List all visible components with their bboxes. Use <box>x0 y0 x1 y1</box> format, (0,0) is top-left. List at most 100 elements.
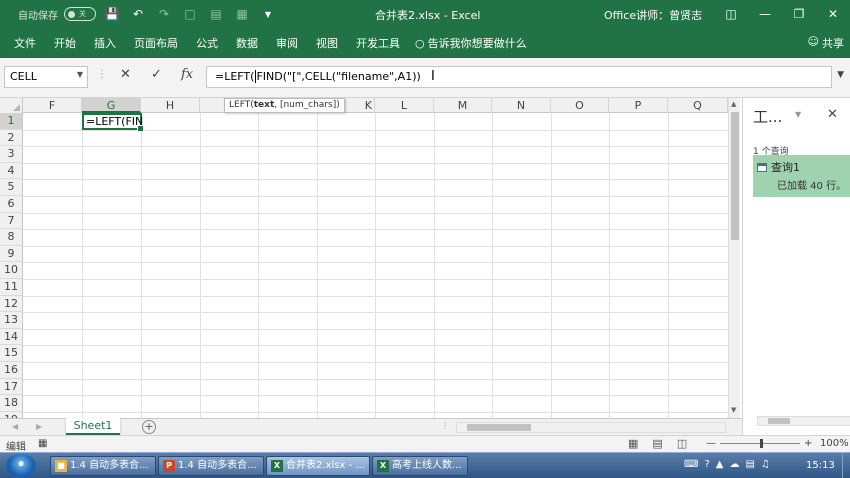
page-layout-view-icon[interactable]: ▤ <box>652 437 662 450</box>
scroll-up-icon[interactable]: ▲ <box>731 100 736 108</box>
clock[interactable]: 15:13 <box>806 460 835 471</box>
function-tooltip[interactable]: LEFT(text, [num_chars]) <box>224 98 345 113</box>
enter-icon[interactable]: ✓ <box>151 67 162 82</box>
pane-scroll-thumb[interactable] <box>768 418 790 424</box>
taskbar-item[interactable]: X 高考上线人数... <box>372 456 468 476</box>
share-button[interactable]: ☺ 共享 <box>808 35 844 51</box>
row-header[interactable]: 2 <box>0 129 23 147</box>
vertical-scrollbar[interactable]: ▲ ▼ <box>728 98 740 418</box>
help-icon[interactable]: ? <box>704 459 709 470</box>
network-icon[interactable]: ▤ <box>745 459 754 470</box>
horizontal-scroll-thumb[interactable] <box>467 424 531 431</box>
user-name[interactable]: Office讲师：曾贤志 <box>604 7 702 23</box>
tab-insert[interactable]: 插入 <box>85 35 125 51</box>
column-header[interactable]: N <box>492 98 551 113</box>
select-all-corner[interactable] <box>0 98 23 113</box>
column-header-selected[interactable]: G <box>82 98 141 113</box>
row-header[interactable]: 6 <box>0 196 23 213</box>
taskbar-item[interactable]: ■ 1.4 自动多表合... <box>50 456 156 476</box>
name-box[interactable]: CELL ▼ <box>4 66 88 88</box>
cancel-icon[interactable]: ✕ <box>120 67 131 82</box>
row-header[interactable]: 15 <box>0 345 23 362</box>
save-icon[interactable]: 💾 <box>102 7 122 21</box>
row-header[interactable]: 7 <box>0 212 23 230</box>
tab-splitter-icon[interactable]: ⋮ <box>441 421 449 430</box>
horizontal-scrollbar[interactable] <box>456 422 726 433</box>
ribbon-display-icon[interactable]: ◫ <box>714 0 748 28</box>
zoom-slider[interactable] <box>720 439 800 448</box>
sheet-tab-sheet1[interactable]: Sheet1 <box>66 418 120 435</box>
column-header[interactable]: H <box>141 98 200 113</box>
tab-file[interactable]: 文件 <box>0 35 45 51</box>
row-header[interactable]: 12 <box>0 295 23 313</box>
macro-record-icon[interactable]: ▦ <box>38 438 47 449</box>
row-header-selected[interactable]: 1 <box>0 113 23 130</box>
new-file-icon[interactable]: □ <box>180 7 200 21</box>
taskbar-item-active[interactable]: X 合并表2.xlsx - ... <box>266 456 370 476</box>
zoom-level[interactable]: 100% <box>820 438 849 449</box>
row-header[interactable]: 16 <box>0 362 23 379</box>
show-desktop-button[interactable] <box>842 453 850 478</box>
row-header[interactable]: 5 <box>0 179 23 196</box>
title-bar: 自动保存 关 💾 ↶ ↷ □ ▤ ▦ ▼ 合并表2.xlsx - Excel O… <box>0 0 850 28</box>
active-cell-g1[interactable]: =LEFT(FIN <box>82 113 144 132</box>
row-header[interactable]: 10 <box>0 262 23 279</box>
customize-toolbar-icon[interactable]: ▼ <box>258 10 278 19</box>
scroll-down-icon[interactable]: ▼ <box>731 406 736 414</box>
tray-expand-icon[interactable]: ▲ <box>716 459 724 470</box>
row-header[interactable]: 17 <box>0 378 23 396</box>
row-header[interactable]: 3 <box>0 146 23 163</box>
tab-developer[interactable]: 开发工具 <box>347 35 409 51</box>
row-header[interactable]: 13 <box>0 312 23 329</box>
spreadsheet-grid[interactable]: F G H I J K L M N O P Q 1234567891011121… <box>0 98 728 418</box>
row-header[interactable]: 9 <box>0 245 23 263</box>
tab-formulas[interactable]: 公式 <box>187 35 227 51</box>
row-header[interactable]: 18 <box>0 395 23 412</box>
query-item[interactable]: 查询1 已加载 40 行。 <box>753 155 850 197</box>
vertical-scroll-thumb[interactable] <box>731 112 739 240</box>
expand-formula-icon[interactable]: ▼ <box>837 70 844 80</box>
print-preview-icon[interactable]: ▦ <box>232 7 252 21</box>
row-header[interactable]: 8 <box>0 229 23 246</box>
tab-home[interactable]: 开始 <box>45 35 85 51</box>
row-header[interactable]: 11 <box>0 279 23 296</box>
tab-review[interactable]: 审阅 <box>267 35 307 51</box>
tab-page-layout[interactable]: 页面布局 <box>125 35 187 51</box>
add-sheet-icon[interactable]: + <box>142 420 156 434</box>
column-header[interactable]: M <box>434 98 492 113</box>
tell-me-box[interactable]: ○ 告诉我你想要做什么 <box>409 35 527 51</box>
insert-function-icon[interactable]: fx <box>181 67 193 82</box>
column-header[interactable]: P <box>609 98 668 113</box>
taskbar-item[interactable]: P 1.4 自动多表合... <box>158 456 264 476</box>
column-header[interactable]: Q <box>668 98 728 113</box>
column-header[interactable]: L <box>375 98 434 113</box>
normal-view-icon[interactable]: ▦ <box>628 437 638 450</box>
column-header[interactable]: F <box>23 98 82 113</box>
tab-data[interactable]: 数据 <box>227 35 267 51</box>
keyboard-icon[interactable]: ⌨ <box>684 459 698 470</box>
zoom-in-icon[interactable]: + <box>804 438 812 449</box>
close-icon[interactable]: ✕ <box>816 0 850 28</box>
pane-horizontal-scrollbar[interactable] <box>757 416 850 426</box>
zoom-out-icon[interactable]: — <box>706 438 716 449</box>
sheet-next-icon[interactable]: ▶ <box>36 422 42 431</box>
open-file-icon[interactable]: ▤ <box>206 7 226 21</box>
start-button[interactable] <box>6 454 36 478</box>
sheet-prev-icon[interactable]: ◀ <box>12 422 18 431</box>
close-pane-icon[interactable]: ✕ <box>827 107 838 122</box>
restore-icon[interactable]: ❐ <box>782 0 816 28</box>
volume-icon[interactable]: ♫ <box>761 459 770 470</box>
row-header[interactable]: 4 <box>0 162 23 180</box>
undo-icon[interactable]: ↶ <box>128 7 148 21</box>
chevron-down-icon[interactable]: ▼ <box>77 70 83 79</box>
tab-view[interactable]: 视图 <box>307 35 347 51</box>
autosave-toggle[interactable]: 关 <box>64 7 96 21</box>
column-header[interactable]: O <box>551 98 609 113</box>
formula-input[interactable]: =LEFT(FIND("[",CELL("filename",A1)) I <box>206 66 832 88</box>
page-break-view-icon[interactable]: ◫ <box>677 437 687 450</box>
minimize-icon[interactable]: — <box>748 0 782 28</box>
redo-icon[interactable]: ↷ <box>154 7 174 21</box>
pane-options-icon[interactable]: ▼ <box>795 110 801 119</box>
cloud-icon[interactable]: ☁ <box>729 459 739 470</box>
row-header[interactable]: 14 <box>0 328 23 346</box>
